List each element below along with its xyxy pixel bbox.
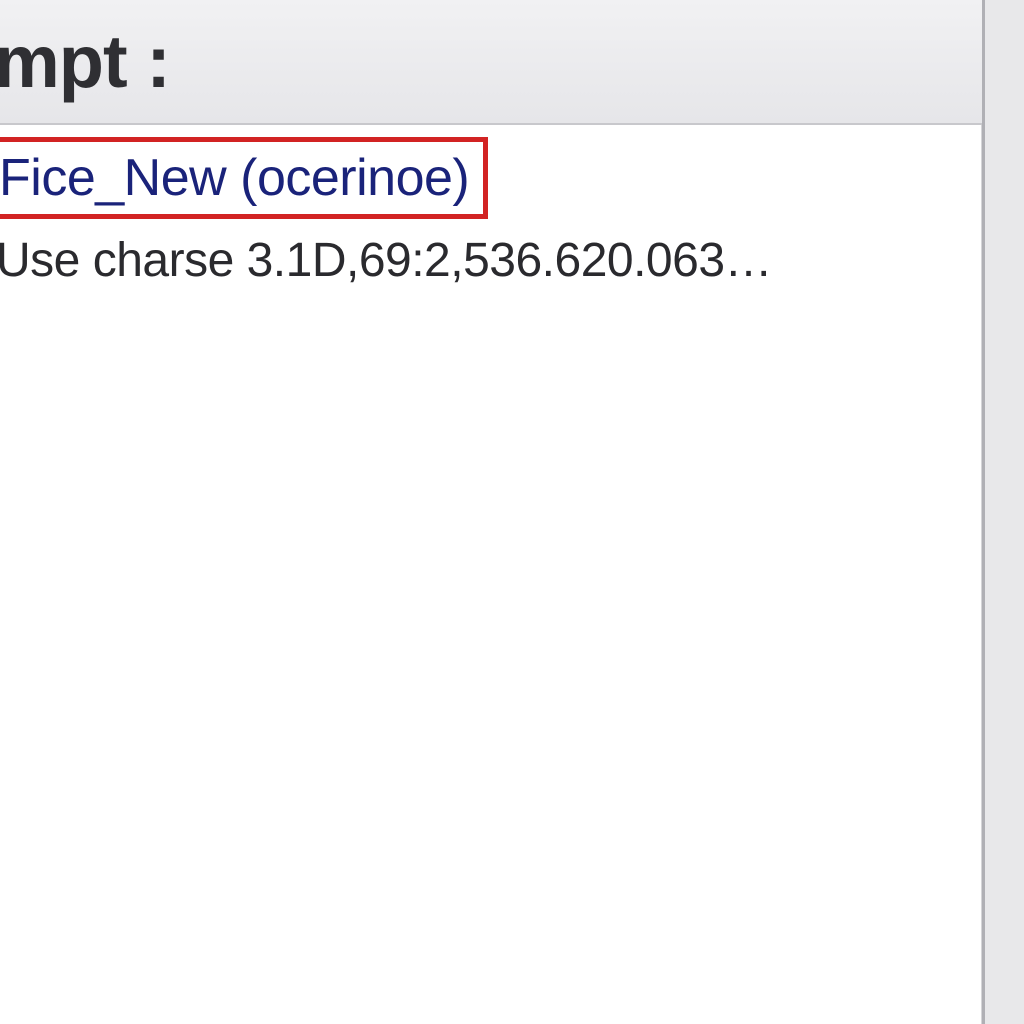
window-title-fragment: mpt : (0, 19, 170, 104)
selected-entry-label[interactable]: Fice_New (ocerinoe) (0, 149, 469, 207)
app-window: mpt : Fice_New (ocerinoe) Use charse 3.1… (0, 0, 985, 1024)
detail-text: Use charse 3.1D,69:2,536.620.063… (0, 233, 982, 288)
content-area: Fice_New (ocerinoe) Use charse 3.1D,69:2… (0, 125, 982, 288)
selection-highlight: Fice_New (ocerinoe) (0, 137, 488, 219)
window-header: mpt : (0, 0, 982, 125)
